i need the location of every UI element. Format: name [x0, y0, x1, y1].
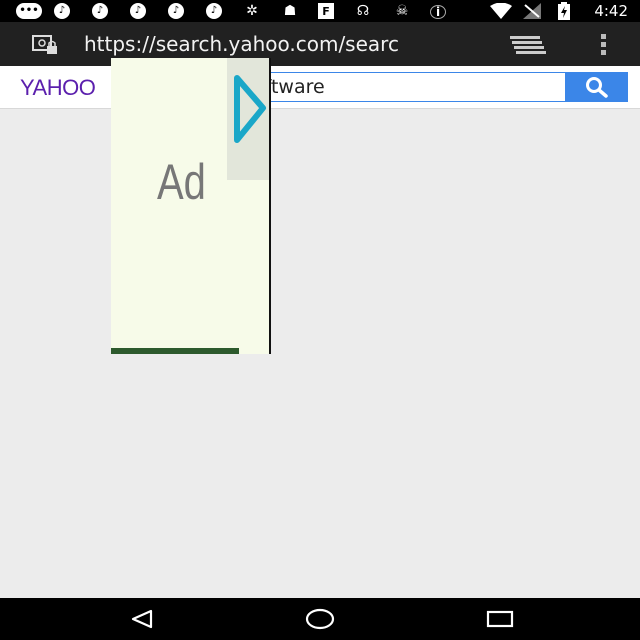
browser-toolbar: https://search.yahoo.com/searc	[0, 22, 640, 66]
music-icon: ♪	[92, 3, 108, 19]
yahoo-search-header: YAHOO oftware	[0, 66, 640, 109]
shuffle-icon: ✲	[246, 3, 258, 19]
recents-icon	[486, 610, 514, 628]
status-bar: ••• ♪ ♪ ♪ ♪ ♪ ✲ ☗ F ☊ ☠ i 4:42	[0, 0, 640, 22]
search-button[interactable]	[565, 72, 628, 102]
url-field[interactable]: https://search.yahoo.com/searc	[84, 32, 476, 56]
home-button[interactable]	[300, 606, 340, 632]
flipboard-icon: F	[318, 3, 334, 19]
clock: 4:42	[594, 2, 628, 20]
recents-button[interactable]	[480, 606, 520, 632]
search-input[interactable]: oftware	[248, 72, 566, 102]
headphones-icon: ☊	[356, 3, 370, 19]
yahoo-logo[interactable]: YAHOO	[20, 76, 96, 100]
ad-progress-bar	[111, 348, 239, 354]
cat-icon: ☠	[395, 3, 409, 19]
secure-lock-icon[interactable]	[32, 35, 58, 55]
signal-icon	[522, 3, 542, 19]
system-nav-bar	[0, 598, 640, 640]
android-icon: ☗	[283, 3, 297, 19]
back-icon	[131, 609, 153, 629]
home-icon	[305, 608, 335, 630]
battery-charging-icon	[556, 2, 572, 20]
tabs-icon[interactable]	[510, 36, 546, 54]
music-icon: ♪	[206, 3, 222, 19]
back-button[interactable]	[122, 606, 162, 632]
search-icon	[585, 77, 608, 98]
play-icon	[234, 75, 266, 143]
info-icon: i	[430, 5, 446, 19]
music-icon: ♪	[130, 3, 146, 19]
ad-label: Ad	[157, 154, 206, 210]
music-icon: ♪	[54, 3, 70, 19]
ad-choices-button[interactable]	[227, 58, 269, 180]
chat-icon: •••	[16, 3, 42, 19]
ad-banner[interactable]: Ad	[111, 58, 271, 354]
music-icon: ♪	[168, 3, 184, 19]
wifi-icon	[488, 3, 514, 19]
overflow-menu-icon[interactable]	[599, 34, 607, 56]
